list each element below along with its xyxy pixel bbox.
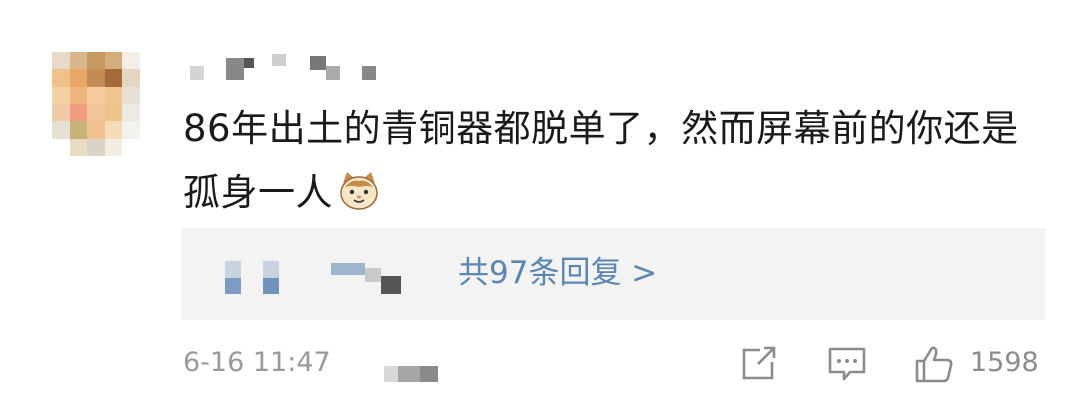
avatar[interactable] [52, 52, 140, 156]
location-label [384, 366, 438, 382]
username[interactable] [190, 54, 390, 82]
replies-preview[interactable]: 共97条回复 > [181, 228, 1045, 320]
like-thumb-icon[interactable] [914, 344, 956, 384]
comment-icon[interactable] [826, 344, 868, 384]
view-all-replies-link[interactable]: 共97条回复 > [458, 249, 657, 297]
comment-body: 86年出土的青铜器都脱单了，然而屏幕前的你还是孤身一人 [183, 107, 1019, 214]
comment-text: 86年出土的青铜器都脱单了，然而屏幕前的你还是孤身一人 [183, 97, 1043, 225]
reply-authors [181, 228, 441, 320]
like-count: 1598 [970, 347, 1039, 378]
share-icon[interactable] [738, 344, 780, 384]
comment-timestamp: 6-16 11:47 [183, 347, 331, 378]
cat-face-emoji-icon [337, 169, 381, 213]
